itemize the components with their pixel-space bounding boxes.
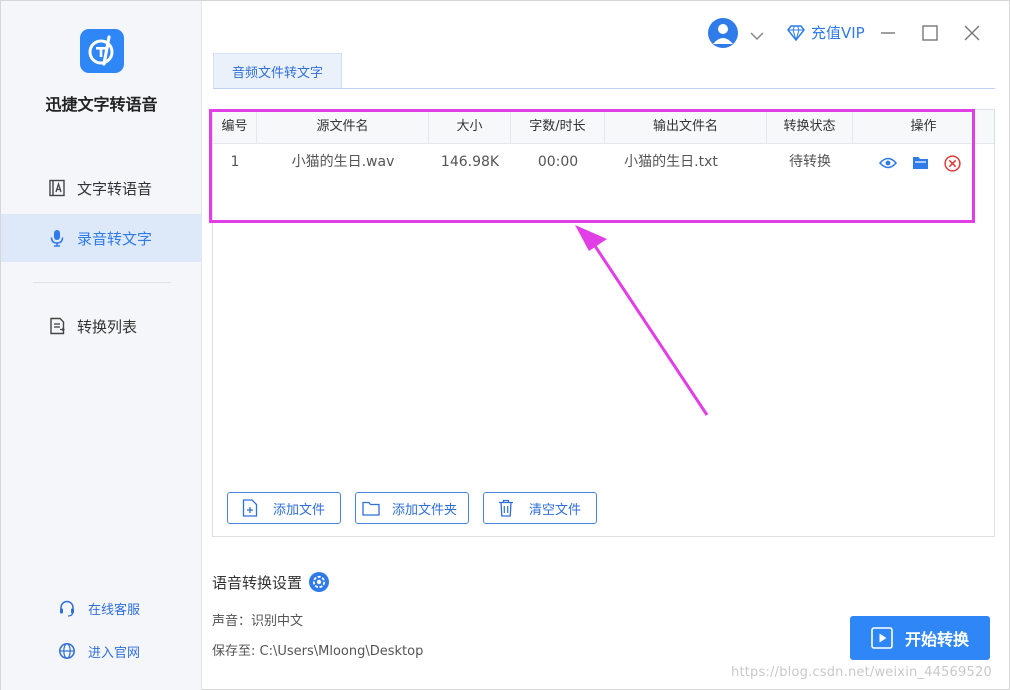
- maximize-icon[interactable]: [919, 22, 941, 44]
- sidebar-item-conversion-list[interactable]: 转换列表: [1, 302, 202, 350]
- col-header-size: 大小: [429, 110, 511, 144]
- folder-icon[interactable]: [911, 155, 929, 171]
- add-folder-label: 添加文件夹: [392, 502, 458, 518]
- sidebar-item-text-to-speech[interactable]: 文字转语音: [1, 164, 202, 212]
- col-header-duration: 字数/时长: [511, 110, 605, 144]
- online-support-link[interactable]: 在线客服: [57, 598, 140, 618]
- col-header-index: 编号: [213, 110, 257, 144]
- app-logo: [80, 29, 124, 73]
- voice-setting: 声音：识别中文: [212, 614, 304, 629]
- headset-icon: [57, 598, 77, 618]
- folder-outline-icon: [362, 499, 380, 517]
- tab-underline: [213, 88, 995, 89]
- clear-files-button[interactable]: 清空文件: [483, 492, 597, 524]
- diamond-icon: [787, 24, 805, 41]
- microphone-icon: [47, 228, 67, 248]
- delete-circle-icon[interactable]: [943, 154, 961, 172]
- sidebar-item-audio-to-text[interactable]: 录音转文字: [1, 214, 202, 262]
- col-header-status: 转换状态: [767, 110, 853, 144]
- chevron-down-icon[interactable]: [750, 26, 764, 45]
- sidebar: 迅捷文字转语音 文字转语音 录音转文字 转换列表 在线客服 进入官网: [1, 1, 202, 690]
- close-icon[interactable]: [961, 22, 983, 44]
- sidebar-item-label: 转换列表: [77, 317, 138, 336]
- start-conversion-button[interactable]: 开始转换: [850, 616, 990, 660]
- settings-title: 语音转换设置: [212, 571, 330, 593]
- official-site-label: 进入官网: [88, 645, 141, 661]
- gear-icon[interactable]: [308, 571, 330, 593]
- official-site-link[interactable]: 进入官网: [57, 641, 140, 661]
- online-support-label: 在线客服: [88, 602, 141, 618]
- cell-size: 146.98K: [440, 154, 500, 170]
- settings-title-label: 语音转换设置: [212, 573, 303, 592]
- recharge-vip-button[interactable]: 充值VIP: [787, 22, 865, 43]
- vip-label: 充值VIP: [811, 24, 865, 42]
- tab-audio-to-text[interactable]: 音频文件转文字: [213, 53, 342, 88]
- watermark: https://blog.csdn.net/weixin_44569520: [731, 665, 992, 680]
- file-list-panel: 编号 源文件名 大小 字数/时长 输出文件名 转换状态 操作 1 小猫的生日.w…: [212, 109, 995, 537]
- user-avatar-icon[interactable]: [708, 18, 738, 48]
- trash-icon: [497, 499, 515, 517]
- app-window: 迅捷文字转语音 文字转语音 录音转文字 转换列表 在线客服 进入官网 充值VIP…: [0, 0, 1010, 690]
- text-doc-icon: [47, 178, 67, 198]
- col-header-actions: 操作: [910, 119, 937, 134]
- table-header: 编号 源文件名 大小 字数/时长 输出文件名 转换状态 操作: [213, 110, 994, 144]
- globe-icon: [57, 641, 77, 661]
- list-doc-icon: [47, 316, 67, 336]
- eye-icon[interactable]: [879, 155, 897, 171]
- cell-status: 待转换: [789, 154, 831, 170]
- start-conversion-label: 开始转换: [904, 630, 969, 649]
- add-file-icon: [241, 499, 259, 517]
- sidebar-item-label: 录音转文字: [77, 229, 153, 248]
- table-row[interactable]: 1 小猫的生日.wav 146.98K 00:00 小猫的生日.txt 待转换: [213, 145, 994, 179]
- col-header-source: 源文件名: [257, 110, 429, 144]
- minimize-icon[interactable]: [877, 22, 899, 44]
- sidebar-item-label: 文字转语音: [77, 179, 153, 198]
- cell-output-filename: 小猫的生日.txt: [624, 154, 718, 170]
- cell-source-filename: 小猫的生日.wav: [291, 154, 395, 170]
- cell-duration: 00:00: [537, 154, 579, 170]
- clear-files-label: 清空文件: [529, 502, 582, 518]
- app-name: 迅捷文字转语音: [45, 95, 158, 114]
- add-folder-button[interactable]: 添加文件夹: [355, 492, 469, 524]
- cell-index: 1: [230, 154, 240, 170]
- play-icon: [871, 627, 893, 649]
- add-file-label: 添加文件: [273, 502, 326, 518]
- col-header-output: 输出文件名: [605, 110, 767, 144]
- sidebar-divider: [33, 282, 171, 283]
- add-file-button[interactable]: 添加文件: [227, 492, 341, 524]
- save-path[interactable]: 保存至: C:\Users\Mloong\Desktop: [212, 640, 423, 659]
